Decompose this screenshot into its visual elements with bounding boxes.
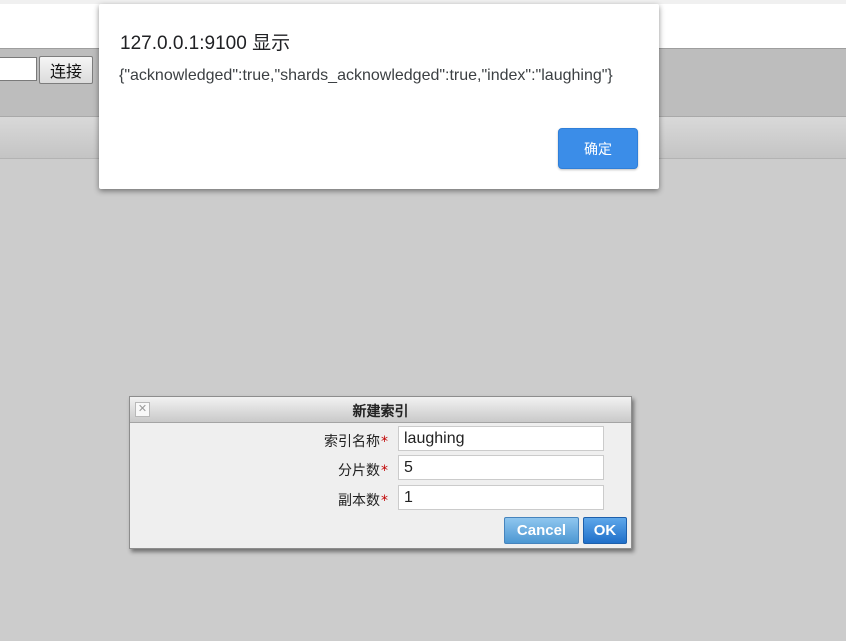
alert-message: {"acknowledged":true,"shards_acknowledge…: [119, 67, 613, 84]
shards-input[interactable]: [398, 455, 604, 480]
browser-alert-dialog: 127.0.0.1:9100 显示 {"acknowledged":true,"…: [99, 4, 659, 189]
cancel-button[interactable]: Cancel: [504, 517, 579, 544]
required-marker: *: [381, 493, 388, 509]
form-row-shards: 分片数*: [130, 455, 631, 481]
shards-label: 分片数*: [338, 463, 388, 479]
ok-button[interactable]: OK: [583, 517, 627, 544]
replicas-label: 副本数*: [338, 493, 388, 509]
required-marker: *: [381, 434, 388, 450]
create-index-dialog: ✕ 新建索引 索引名称* 分片数* 副本数* Cancel OK: [129, 396, 632, 549]
alert-title: 127.0.0.1:9100 显示: [120, 33, 291, 54]
replicas-input[interactable]: [398, 485, 604, 510]
dialog-title: 新建索引: [352, 404, 409, 420]
index-name-label: 索引名称*: [324, 434, 388, 450]
form-row-replicas: 副本数*: [130, 485, 631, 511]
cluster-url-input[interactable]: [0, 57, 37, 81]
alert-confirm-button[interactable]: 确定: [558, 128, 638, 169]
required-marker: *: [381, 463, 388, 479]
connect-button[interactable]: 连接: [39, 56, 93, 84]
form-row-index-name: 索引名称*: [130, 426, 631, 452]
index-name-input[interactable]: [398, 426, 604, 451]
dialog-header: ✕ 新建索引: [130, 397, 631, 423]
